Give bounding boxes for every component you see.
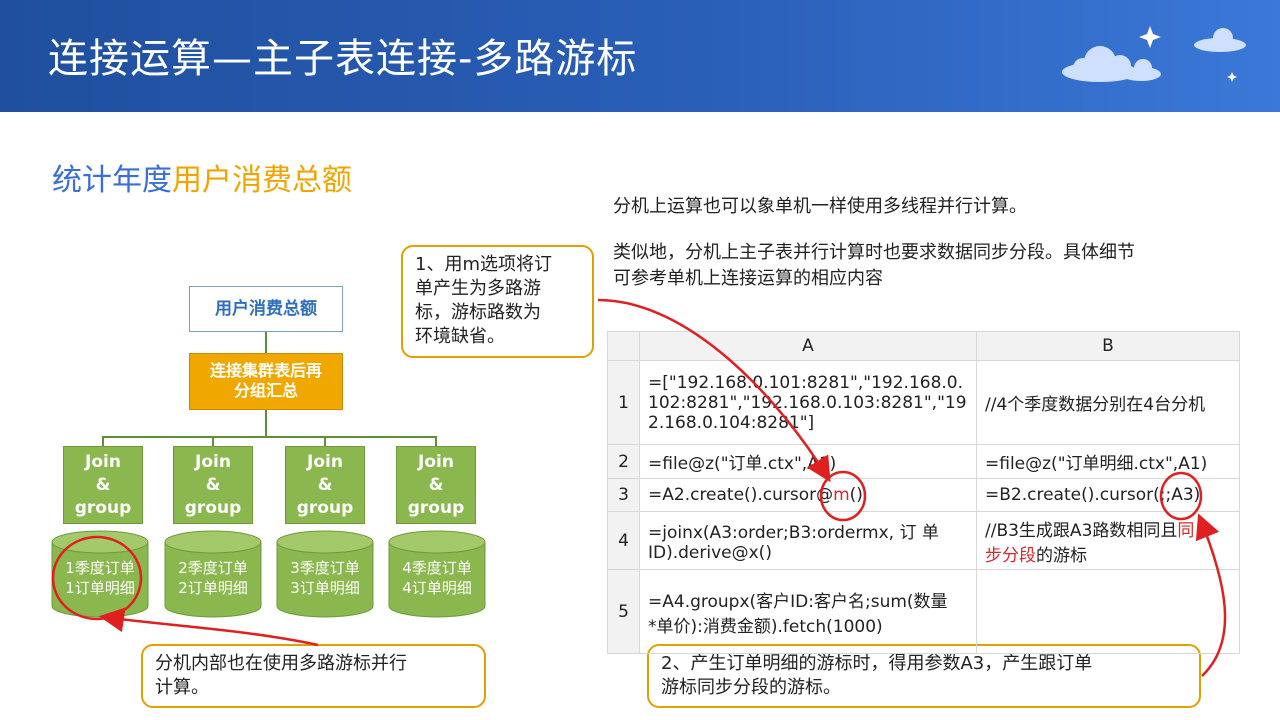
corner-cell <box>607 331 640 361</box>
cell-b1[interactable]: //4个季度数据分别在4台分机 <box>976 360 1240 445</box>
node-label-details: 2订单明细 <box>178 579 248 597</box>
database-cylinder-2: 2季度订单 2订单明细 <box>164 530 262 618</box>
callout-line: 计算。 <box>155 677 209 698</box>
cell-text: =["192.168.0.101:8281","192.168.0. <box>648 372 964 393</box>
cell-text: 102:8281","192.168.0.103:8281","19 <box>648 392 967 413</box>
merge-label-line2: 分组汇总 <box>233 381 298 400</box>
join-label: Join <box>85 452 121 472</box>
intro-paragraph-1: 分机上运算也可以象单机一样使用多线程并行计算。 <box>613 196 1027 217</box>
callout-line: 单产生为多路游 <box>415 278 541 299</box>
slide-title: 连接运算—主子表连接-多路游标 <box>48 36 638 82</box>
join-amp: & <box>428 475 444 495</box>
intro-paragraph-2-line1: 类似地，分机上主子表并行计算时也要求数据同步分段。具体细节 <box>613 242 1135 263</box>
callout-m-option: 1、用m选项将订 单产生为多路游 标，游标路数为 环境缺省。 <box>401 245 594 358</box>
cell-a1[interactable]: =["192.168.0.101:8281","192.168.0. 102:8… <box>639 360 977 445</box>
cell-text: *单价):消费金额).fetch(1000) <box>648 616 883 637</box>
merge-label-line1: 连接集群表后再 <box>209 361 322 380</box>
node-label-details: 3订单明细 <box>290 579 360 597</box>
database-cylinder-4: 4季度订单 4订单明细 <box>388 530 486 618</box>
cell-a2[interactable]: =file@z("订单.ctx",A1) <box>639 444 977 479</box>
join-group-box-3: Join & group <box>285 446 365 524</box>
title-banner: 连接运算—主子表连接-多路游标 <box>0 0 1280 112</box>
arrow-callout2-to-node <box>99 607 319 647</box>
join-group-label: group <box>296 498 354 518</box>
intro-paragraph-2: 类似地，分机上主子表并行计算时也要求数据同步分段。具体细节 可参考单机上连接运算… <box>613 240 1135 292</box>
cell-text: 2.168.0.104:8281"] <box>648 412 815 433</box>
callout-line: 分机内部也在使用多路游标并行 <box>155 653 407 674</box>
cell-b3[interactable]: =B2.create().cursor(;;A3) <box>976 478 1240 512</box>
cell-text: =A4.groupx(客户ID:客户名;sum(数量 <box>648 591 948 612</box>
database-cylinder-1: 1季度订单 1订单明细 <box>51 530 149 618</box>
cell-highlight: 步分段 <box>985 545 1036 566</box>
cell-text: =joinx(A3:order;B3:ordermx, 订 单 <box>648 523 939 543</box>
column-header-a[interactable]: A <box>639 331 977 361</box>
cell-highlight-m: m <box>833 485 850 505</box>
cell-b5[interactable] <box>976 569 1240 654</box>
row-number-2[interactable]: 2 <box>607 444 640 479</box>
row-number-4[interactable]: 4 <box>607 511 640 570</box>
cell-highlight: 同 <box>1177 520 1195 541</box>
cell-text: 的游标 <box>1036 545 1087 566</box>
cell-text: ID).derive@x() <box>648 543 772 563</box>
connector-root-merge <box>265 332 267 353</box>
join-amp: & <box>205 475 221 495</box>
row-number-5[interactable]: 5 <box>607 569 640 654</box>
cell-text: //B3生成跟A3路数相同且 <box>985 520 1178 541</box>
join-group-label: group <box>184 498 242 518</box>
callout-line: 标，游标路数为 <box>415 302 541 323</box>
connector-bus <box>102 436 436 438</box>
intro-paragraph-2-line2: 可参考单机上连接运算的相应内容 <box>613 268 883 289</box>
node-label-orders: 3季度订单 <box>290 559 360 577</box>
callout-line: 环境缺省。 <box>415 326 505 347</box>
cloud-decoration-icon <box>1062 26 1246 82</box>
cell-a4[interactable]: =joinx(A3:order;B3:ordermx, 订 单 ID).deri… <box>639 511 977 570</box>
cell-text: =A2.create().cursor@ <box>648 485 834 505</box>
join-amp: & <box>317 475 333 495</box>
database-cylinder-3: 3季度订单 3订单明细 <box>276 530 374 618</box>
connector-drop-1 <box>102 436 104 446</box>
row-number-3[interactable]: 3 <box>607 478 640 512</box>
diagram-merge-box: 连接集群表后再 分组汇总 <box>189 353 343 410</box>
heading-part-blue: 统计年度 <box>52 163 172 198</box>
cell-b2[interactable]: =file@z("订单明细.ctx",A1) <box>976 444 1240 479</box>
node-label-orders: 2季度订单 <box>178 559 248 577</box>
join-amp: & <box>95 475 111 495</box>
node-label-details: 4订单明细 <box>402 579 472 597</box>
row-number-1[interactable]: 1 <box>607 360 640 445</box>
connector-drop-4 <box>435 436 437 446</box>
callout-line: 1、用m选项将订 <box>415 254 552 275</box>
join-group-label: group <box>407 498 465 518</box>
join-label: Join <box>418 452 454 472</box>
column-header-b[interactable]: B <box>976 331 1240 361</box>
code-grid: A B 1 =["192.168.0.101:8281","192.168.0.… <box>607 331 1240 654</box>
callout-node-multicursor: 分机内部也在使用多路游标并行 计算。 <box>141 644 486 708</box>
node-label-details: 1订单明细 <box>65 579 135 597</box>
join-group-box-1: Join & group <box>63 446 143 524</box>
section-heading: 统计年度用户消费总额 <box>52 155 352 199</box>
diagram-root-box: 用户消费总额 <box>189 286 343 332</box>
connector-merge-bus <box>265 410 267 437</box>
node-label-orders: 4季度订单 <box>402 559 472 577</box>
callout-line: 游标同步分段的游标。 <box>661 677 841 698</box>
heading-part-orange: 用户消费总额 <box>172 163 352 198</box>
join-label: Join <box>307 452 343 472</box>
node-label-orders: 1季度订单 <box>65 559 135 577</box>
join-group-label: group <box>74 498 132 518</box>
connector-drop-3 <box>324 436 326 446</box>
join-label: Join <box>195 452 231 472</box>
cell-text: () <box>849 485 863 505</box>
join-group-box-4: Join & group <box>396 446 476 524</box>
cell-b4[interactable]: //B3生成跟A3路数相同且同步分段的游标 <box>976 511 1240 570</box>
cell-a5[interactable]: =A4.groupx(客户ID:客户名;sum(数量 *单价):消费金额).fe… <box>639 569 977 654</box>
callout-line: 2、产生订单明细的游标时，得用参数A3，产生跟订单 <box>661 653 1093 674</box>
cell-a3[interactable]: =A2.create().cursor@m() <box>639 478 977 512</box>
join-group-box-2: Join & group <box>173 446 253 524</box>
connector-drop-2 <box>212 436 214 446</box>
